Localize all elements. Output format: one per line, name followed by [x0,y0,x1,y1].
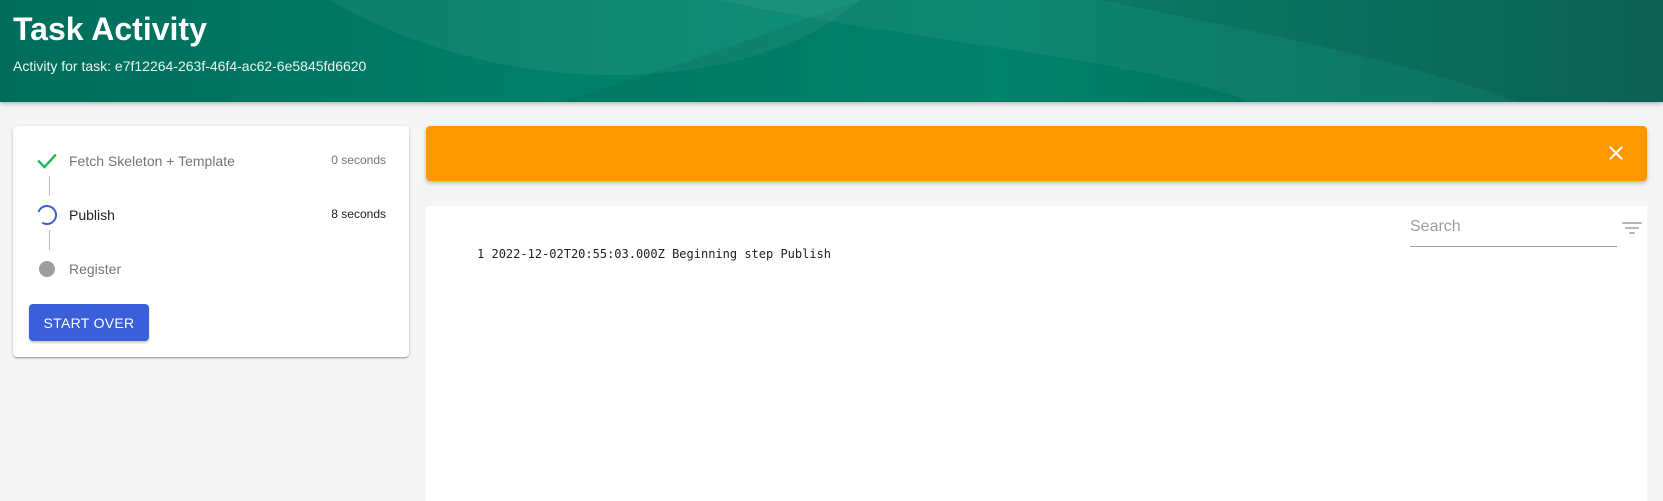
log-panel: 1 2022-12-02T20:55:03.000Z Beginning ste… [426,206,1647,501]
step-fetch-skeleton[interactable]: Fetch Skeleton + Template 0 seconds [13,146,409,176]
step-duration: 0 seconds [331,153,386,167]
step-connector [49,176,50,196]
step-connector [49,230,50,250]
spinner-icon [37,205,58,225]
filter-icon[interactable] [1620,216,1644,240]
close-icon[interactable] [1605,142,1627,164]
page-title: Task Activity [13,11,207,47]
step-duration: 8 seconds [331,207,386,221]
step-publish[interactable]: Publish 8 seconds [13,200,409,230]
log-line-number: 1 [477,247,485,261]
pending-dot-icon [37,259,57,279]
task-steps-card: Fetch Skeleton + Template 0 seconds Publ… [13,126,409,357]
log-line: 1 2022-12-02T20:55:03.000Z Beginning ste… [477,246,831,262]
start-over-button[interactable]: START OVER [29,304,149,341]
page-header: Task Activity Activity for task: e7f1226… [0,0,1663,102]
step-register[interactable]: Register [13,254,409,284]
step-label: Fetch Skeleton + Template [69,153,235,169]
task-id-subtitle: Activity for task: e7f12264-263f-46f4-ac… [13,58,367,74]
search-input[interactable] [1410,212,1610,242]
step-label: Publish [69,207,115,223]
check-icon [37,151,57,171]
log-line-text: 2022-12-02T20:55:03.000Z Beginning step … [491,247,832,261]
log-search [1410,212,1617,247]
step-label: Register [69,261,122,277]
warning-alert [426,126,1647,181]
header-background-waves [330,0,1663,102]
